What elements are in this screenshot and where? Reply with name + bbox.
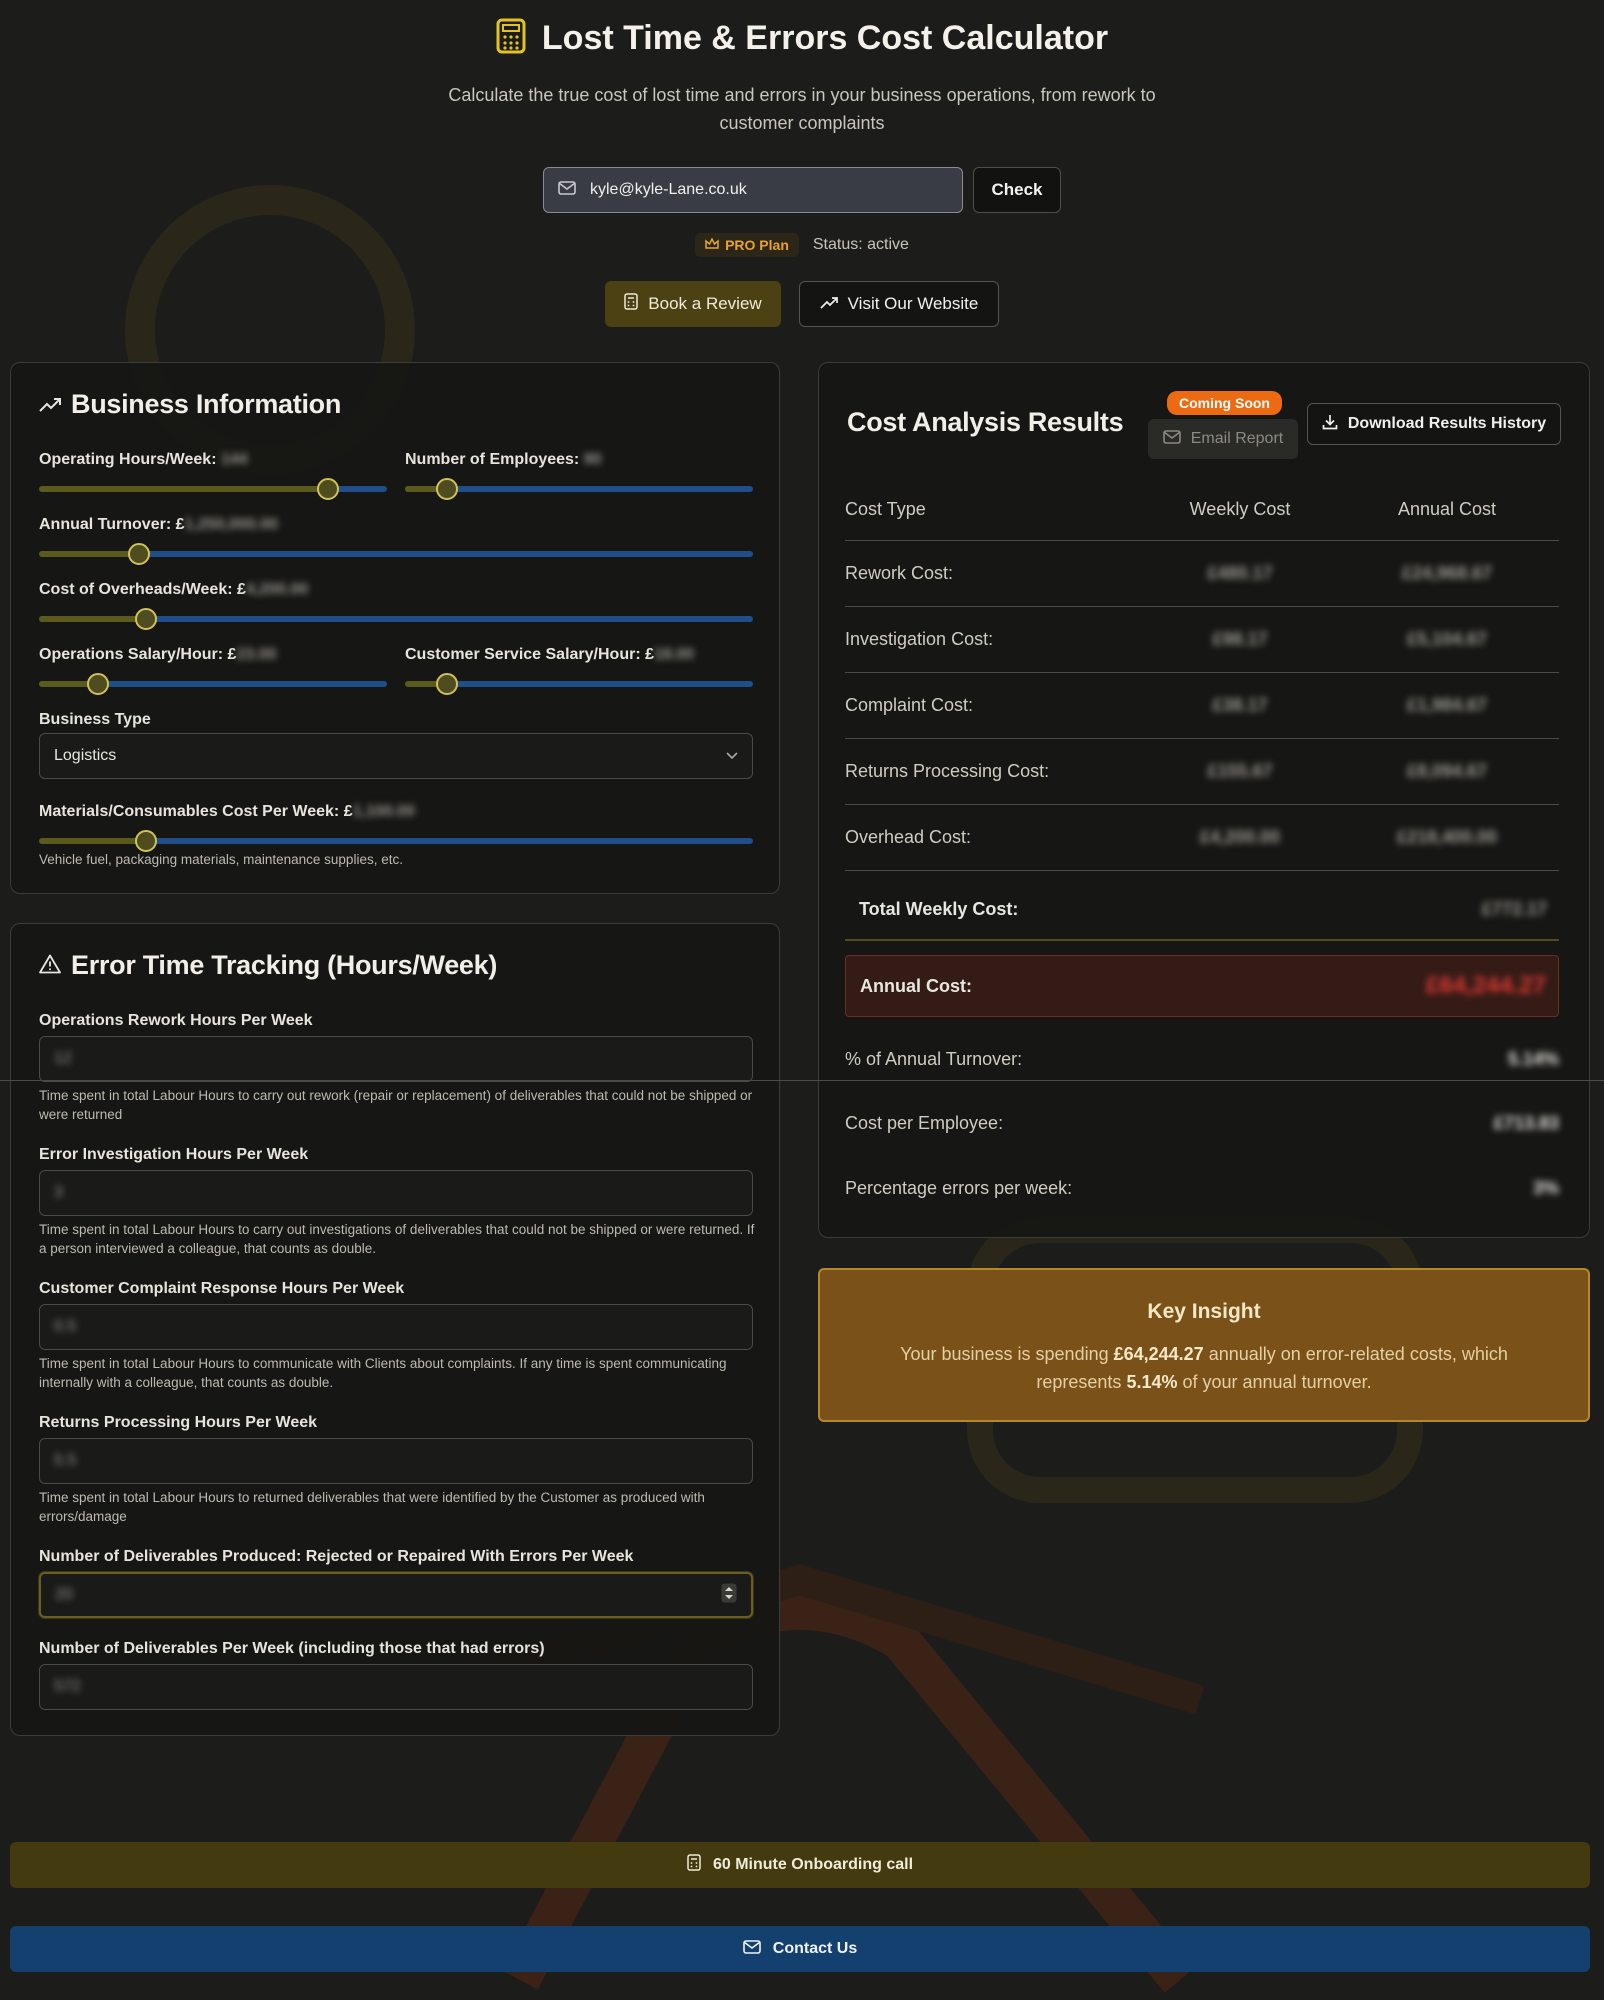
slider-thumb[interactable] xyxy=(435,673,458,695)
table-row: Returns Processing Cost: £155.67 £8,094.… xyxy=(845,739,1559,805)
returns-hours-input[interactable]: 5.5 xyxy=(39,1438,753,1484)
table-row: Overhead Cost: £4,200.00 £218,400.00 xyxy=(845,805,1559,871)
turnover-label: Annual Turnover: £1,250,000.00 xyxy=(39,516,278,533)
cs-salary-slider[interactable] xyxy=(405,673,753,695)
returns-hours-hint: Time spent in total Labour Hours to retu… xyxy=(39,1490,705,1524)
total-weekly-row: Total Weekly Cost: £772.17 xyxy=(845,879,1559,941)
cs-salary-label: Customer Service Salary/Hour: £18.00 xyxy=(405,646,695,663)
employees-label: Number of Employees: 90 xyxy=(405,451,602,468)
slider-thumb[interactable] xyxy=(135,608,158,630)
overheads-label: Cost of Overheads/Week: £4,200.00 xyxy=(39,581,309,598)
trending-up-icon xyxy=(39,389,61,420)
cost-per-employee-row: Cost per Employee: £713.83 xyxy=(845,1113,1559,1133)
complaint-hours-hint: Time spent in total Labour Hours to comm… xyxy=(39,1356,727,1390)
divider-line xyxy=(0,1080,1604,1081)
overheads-slider[interactable] xyxy=(39,608,753,630)
pct-errors-row: Percentage errors per week: 3% xyxy=(845,1178,1559,1198)
page-subtitle: Calculate the true cost of lost time and… xyxy=(448,85,1156,133)
email-value: kyle@kyle-Lane.co.uk xyxy=(590,181,747,198)
table-row: Investigation Cost: £98.17 £5,104.67 xyxy=(845,607,1559,673)
chevron-down-icon xyxy=(726,747,738,765)
mail-icon xyxy=(1162,429,1181,449)
complaint-hours-input[interactable]: 0.5 xyxy=(39,1304,753,1350)
ops-salary-slider[interactable] xyxy=(39,673,387,695)
rework-hours-label: Operations Rework Hours Per Week xyxy=(39,1012,313,1029)
business-type-select[interactable]: Logistics xyxy=(39,733,753,779)
pro-plan-badge: PRO Plan xyxy=(695,233,799,257)
visit-website-button[interactable]: Visit Our Website xyxy=(799,281,999,327)
cost-table: Cost Type Weekly Cost Annual Cost Rework… xyxy=(845,479,1559,871)
error-tracking-panel: Error Time Tracking (Hours/Week) Operati… xyxy=(10,923,780,1736)
ops-salary-label: Operations Salary/Hour: £23.00 xyxy=(39,646,277,663)
crown-icon xyxy=(705,237,719,253)
cost-analysis-panel: Cost Analysis Results Coming Soon Email … xyxy=(818,362,1590,1238)
key-insight-title: Key Insight xyxy=(1147,1300,1261,1323)
download-results-button[interactable]: Download Results History xyxy=(1307,403,1561,445)
materials-label: Materials/Consumables Cost Per Week: £1,… xyxy=(39,803,415,820)
header: Lost Time & Errors Cost Calculator Calcu… xyxy=(0,0,1604,327)
slider-thumb[interactable] xyxy=(127,543,150,565)
operating-hours-slider[interactable] xyxy=(39,478,387,500)
rework-hours-input[interactable]: 12 xyxy=(39,1036,753,1082)
trending-up-icon xyxy=(820,294,838,314)
business-type-label: Business Type xyxy=(39,711,151,728)
email-input[interactable]: kyle@kyle-Lane.co.uk xyxy=(543,167,963,213)
investigation-hours-input[interactable]: 3 xyxy=(39,1170,753,1216)
mail-icon xyxy=(742,1939,761,1959)
calculator-icon xyxy=(496,18,526,59)
total-deliverables-label: Number of Deliverables Per Week (includi… xyxy=(39,1640,545,1657)
returns-hours-label: Returns Processing Hours Per Week xyxy=(39,1414,318,1431)
error-tracking-title: Error Time Tracking (Hours/Week) xyxy=(39,950,497,981)
total-deliverables-input[interactable]: 572 xyxy=(39,1664,753,1710)
complaint-hours-label: Customer Complaint Response Hours Per We… xyxy=(39,1280,405,1297)
rejected-deliverables-input[interactable]: 20 xyxy=(39,1572,753,1618)
mail-icon xyxy=(558,180,576,200)
check-button[interactable]: Check xyxy=(973,167,1061,213)
operating-hours-label: Operating Hours/Week: 144 xyxy=(39,451,248,468)
cost-analysis-title: Cost Analysis Results xyxy=(847,407,1124,437)
investigation-hours-hint: Time spent in total Labour Hours to carr… xyxy=(39,1222,755,1256)
status-text: Status: active xyxy=(812,236,909,253)
materials-slider[interactable] xyxy=(39,830,753,852)
business-information-panel: Business Information Operating Hours/Wee… xyxy=(10,362,780,894)
investigation-hours-label: Error Investigation Hours Per Week xyxy=(39,1146,309,1163)
page-title: Lost Time & Errors Cost Calculator xyxy=(541,19,1109,57)
calculator-icon xyxy=(624,293,639,315)
table-row: Rework Cost: £480.17 £24,968.67 xyxy=(845,541,1559,607)
slider-thumb[interactable] xyxy=(87,673,110,695)
onboarding-call-button[interactable]: 60 Minute Onboarding call xyxy=(10,1842,1590,1888)
key-insight-text: Your business is spending £64,244.27 ann… xyxy=(900,1344,1508,1392)
slider-thumb[interactable] xyxy=(316,478,339,500)
rework-hours-hint: Time spent in total Labour Hours to carr… xyxy=(39,1088,753,1122)
number-stepper-icon[interactable] xyxy=(721,1583,737,1608)
table-row: Complaint Cost: £38.17 £1,984.67 xyxy=(845,673,1559,739)
key-insight-box: Key Insight Your business is spending £6… xyxy=(818,1268,1590,1422)
calculator-icon xyxy=(687,1854,701,1876)
turnover-slider[interactable] xyxy=(39,543,753,565)
table-header: Cost Type Weekly Cost Annual Cost xyxy=(845,479,1559,541)
email-report-button: Email Report xyxy=(1148,419,1298,459)
warning-icon xyxy=(39,950,61,981)
pct-turnover-row: % of Annual Turnover: 5.14% xyxy=(845,1049,1559,1069)
download-icon xyxy=(1322,414,1338,435)
coming-soon-badge: Coming Soon xyxy=(1167,391,1282,415)
employees-slider[interactable] xyxy=(405,478,753,500)
slider-thumb[interactable] xyxy=(135,830,158,852)
rejected-deliverables-label: Number of Deliverables Produced: Rejecte… xyxy=(39,1548,634,1565)
materials-hint: Vehicle fuel, packaging materials, maint… xyxy=(39,852,403,867)
contact-us-button[interactable]: Contact Us xyxy=(10,1926,1590,1972)
business-information-title: Business Information xyxy=(39,389,341,420)
slider-thumb[interactable] xyxy=(435,478,458,500)
book-review-button[interactable]: Book a Review xyxy=(605,281,781,327)
annual-cost-box: Annual Cost: £64,244.27 xyxy=(845,955,1559,1017)
